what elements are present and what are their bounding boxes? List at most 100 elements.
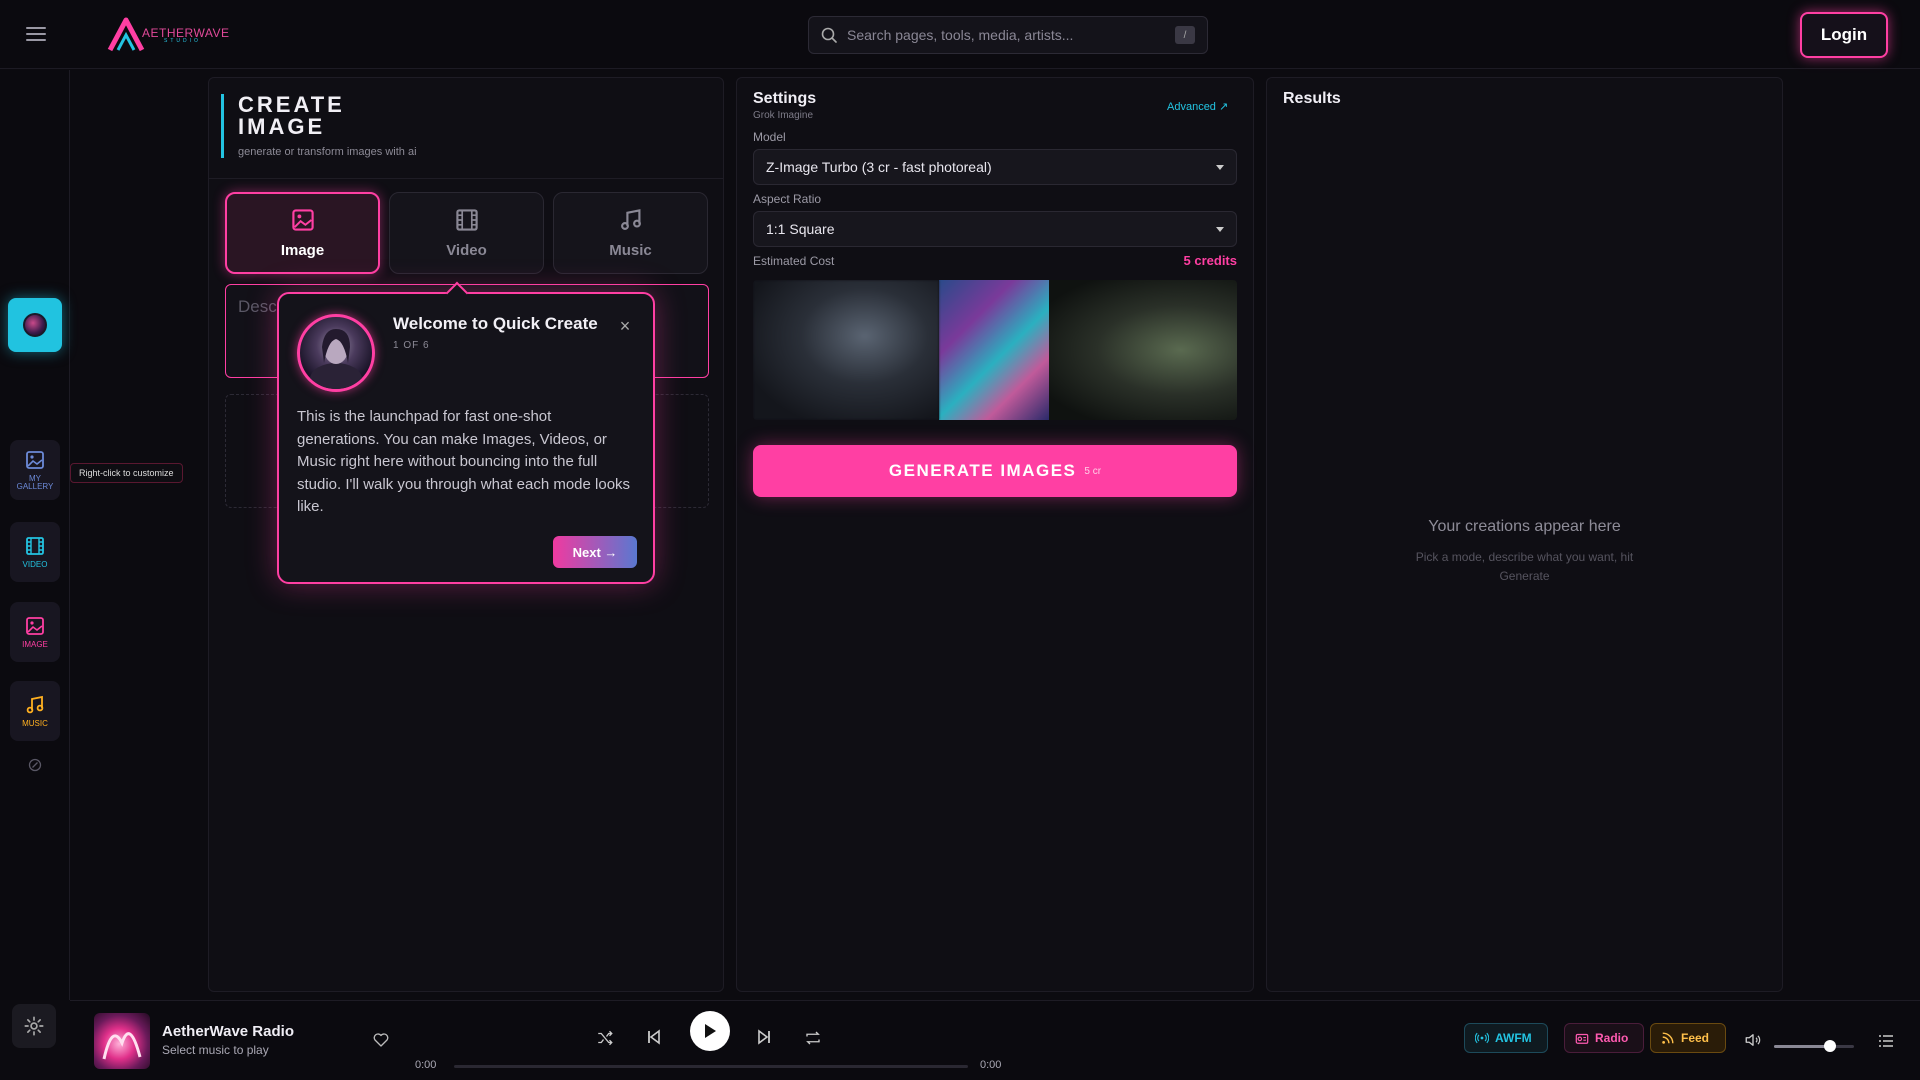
mode-tab-image[interactable]: Image (225, 192, 380, 274)
radio-icon (1575, 1033, 1589, 1044)
generate-label: GENERATE IMAGES (888, 461, 1077, 480)
tour-body: This is the launchpad for fast one-shot … (297, 408, 631, 515)
album-cover (94, 1013, 150, 1069)
login-button[interactable]: Login (1800, 12, 1888, 58)
close-icon[interactable]: × (615, 316, 635, 336)
search-shortcut-badge: / (1175, 26, 1195, 44)
page-title: CREATE IMAGE (238, 92, 345, 139)
queue-list-icon[interactable] (1878, 1033, 1894, 1049)
empty-state-subtitle: Pick a mode, describe what you want, hit… (1415, 550, 1634, 583)
awfm-button[interactable]: AWFM (1464, 1023, 1548, 1053)
generate-button[interactable]: GENERATE IMAGES 5 cr (753, 445, 1237, 497)
volume-slider[interactable] (1774, 1040, 1854, 1052)
play-icon (705, 1024, 716, 1038)
mode-tab-video[interactable]: Video (389, 192, 544, 274)
model-label: Model (753, 130, 786, 144)
divider (209, 178, 723, 179)
aspect-ratio-label: Aspect Ratio (753, 192, 822, 206)
track-title: AetherWave Radio (162, 1023, 294, 1040)
generate-cost: 5 cr (1084, 465, 1102, 477)
time-total: 0:00 (980, 1059, 1002, 1071)
settings-button[interactable] (12, 1004, 56, 1048)
guide-avatar (297, 314, 375, 392)
rail-customize-icon[interactable] (28, 758, 42, 772)
feed-button[interactable]: Feed (1650, 1023, 1726, 1053)
radio-label: Radio (1595, 1031, 1629, 1045)
film-icon (26, 536, 44, 555)
rail-tooltip: Right-click to customize (70, 463, 183, 483)
next-track-icon[interactable] (756, 1029, 772, 1045)
broadcast-icon (1475, 1032, 1489, 1044)
results-title: Results (1283, 90, 1341, 107)
image-icon (291, 208, 314, 231)
settings-subtitle: Grok Imagine (753, 110, 814, 121)
mode-label: Music (609, 241, 652, 259)
settings-panel: Settings Grok Imagine Advanced ↗ Model Z… (736, 77, 1254, 992)
heart-icon[interactable] (372, 1031, 390, 1049)
music-icon (26, 695, 44, 713)
mode-tab-music[interactable]: Music (553, 192, 708, 274)
mode-label: Image (280, 241, 325, 259)
chevron-down-icon (1216, 164, 1224, 170)
hamburger-menu-icon[interactable] (24, 22, 48, 46)
search-icon (821, 27, 837, 43)
film-icon (455, 208, 478, 231)
track-subtitle: Select music to play (162, 1043, 269, 1057)
page-subtitle: generate or transform images with ai (238, 146, 417, 158)
chevron-down-icon (1216, 226, 1224, 232)
top-bar: AETHERWAVE STUDIO / Login (0, 0, 1920, 69)
brand-name: AETHERWAVE (142, 25, 230, 40)
settings-title: Settings (753, 90, 817, 107)
brand-logo[interactable]: AETHERWAVE STUDIO (106, 16, 229, 54)
rail-profile-button[interactable] (8, 298, 62, 352)
time-current: 0:00 (415, 1059, 437, 1071)
volume-thumb[interactable] (1824, 1040, 1836, 1052)
shuffle-icon[interactable] (596, 1029, 614, 1047)
rail-item-label: IMAGE (22, 639, 48, 649)
awfm-label: AWFM (1495, 1031, 1532, 1045)
advanced-link[interactable]: Advanced ↗ (1167, 100, 1228, 113)
results-empty-state: Your creations appear here Pick a mode, … (1267, 518, 1782, 586)
music-icon (620, 208, 641, 230)
tour-next-button[interactable]: Next → (553, 536, 637, 568)
tour-title: Welcome to Quick Create (393, 314, 598, 333)
aspect-ratio-select[interactable]: 1:1 Square (753, 211, 1237, 247)
logo-mark-icon (107, 17, 145, 52)
tour-popover: Welcome to Quick Create 1 OF 6 × This is… (277, 281, 655, 584)
previous-track-icon[interactable] (646, 1029, 662, 1045)
rail-item-label: MUSIC (22, 718, 48, 728)
model-preview-strip (753, 280, 1237, 420)
tour-step-counter: 1 OF 6 (393, 340, 430, 351)
rail-item-label: VIDEO (22, 559, 48, 569)
volume-icon[interactable] (1744, 1031, 1762, 1049)
results-panel: Results Your creations appear here Pick … (1266, 77, 1783, 992)
mode-label: Video (446, 241, 487, 259)
preview-image (753, 280, 939, 420)
repeat-icon[interactable] (804, 1029, 822, 1047)
rail-item-music[interactable]: MUSIC (10, 681, 60, 741)
search-input[interactable] (847, 27, 1175, 43)
model-select-value: Z-Image Turbo (3 cr - fast photoreal) (766, 159, 992, 175)
avatar (23, 313, 47, 337)
model-select[interactable]: Z-Image Turbo (3 cr - fast photoreal) (753, 149, 1237, 185)
preview-image (1049, 280, 1237, 420)
estimated-cost-value: 5 credits (1183, 253, 1237, 268)
gallery-icon (26, 450, 44, 469)
music-player: AetherWave Radio Select music to play 0:… (70, 1000, 1920, 1080)
play-button[interactable] (690, 1011, 730, 1051)
feed-label: Feed (1681, 1031, 1710, 1045)
rss-icon (1662, 1032, 1674, 1044)
playback-progress-bar[interactable] (454, 1065, 968, 1068)
estimated-cost-label: Estimated Cost (753, 254, 835, 268)
image-icon (26, 616, 44, 635)
aspect-ratio-value: 1:1 Square (766, 221, 835, 237)
preview-image (939, 280, 1049, 420)
empty-state-title: Your creations appear here (1428, 518, 1621, 535)
gear-icon (24, 1016, 44, 1036)
rail-item-image[interactable]: IMAGE (10, 602, 60, 662)
search-bar: / (808, 16, 1208, 54)
rail-item-gallery[interactable]: MY GALLERY (10, 440, 60, 500)
rail-item-video[interactable]: VIDEO (10, 522, 60, 582)
radio-button[interactable]: Radio (1564, 1023, 1644, 1053)
create-header: CREATE IMAGE generate or transform image… (221, 94, 417, 158)
